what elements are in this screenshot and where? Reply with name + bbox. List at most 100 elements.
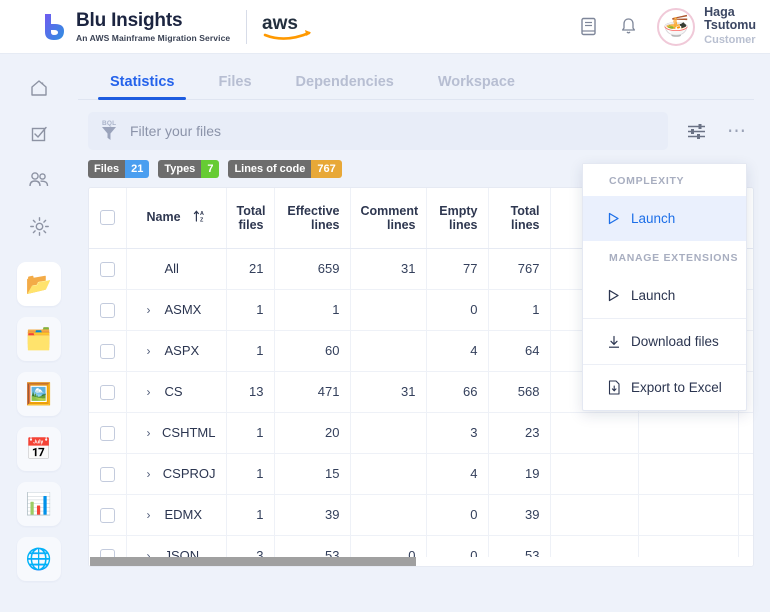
users-icon[interactable] [17, 158, 61, 202]
badge-files-label: Files [88, 160, 126, 178]
row-checkbox-cell[interactable] [89, 412, 127, 454]
cell-extra-1 [638, 494, 739, 536]
rail-tile-calendar[interactable]: 📅 [17, 427, 61, 471]
checkbox-icon[interactable] [17, 112, 61, 156]
gear-icon[interactable] [17, 204, 61, 248]
row-checkbox[interactable] [99, 425, 115, 441]
rail-tile-images[interactable]: 🖼️ [17, 372, 61, 416]
cell-total-lines: 1 [488, 289, 551, 331]
tab-dependencies[interactable]: Dependencies [274, 74, 416, 99]
user-menu[interactable]: 🍜 Haga Tsutomu Customer [657, 6, 756, 47]
cell-comment-lines [350, 289, 427, 331]
row-checkbox-cell[interactable] [89, 453, 127, 495]
menu-item-export-excel[interactable]: Export to Excel [583, 365, 746, 410]
cell-statements [550, 412, 639, 454]
header-total-lines[interactable]: Total lines [488, 188, 551, 249]
cell-empty-lines: 77 [426, 248, 489, 290]
row-checkbox-cell[interactable] [89, 289, 127, 331]
cell-comment-lines [350, 330, 427, 372]
badge-types-value: 7 [201, 160, 220, 178]
header-actions: 🍜 Haga Tsutomu Customer [577, 6, 756, 47]
header-empty-lines[interactable]: Empty lines [426, 188, 489, 249]
row-checkbox[interactable] [99, 507, 115, 523]
badge-loc: Lines of code 767 [228, 160, 342, 178]
cell-extra-1 [638, 453, 739, 495]
row-checkbox-cell[interactable] [89, 494, 127, 536]
horizontal-scrollbar[interactable] [89, 557, 753, 566]
badge-types: Types 7 [158, 160, 220, 178]
cell-comment-lines [350, 453, 427, 495]
search-input[interactable]: BQL Filter your files [88, 112, 668, 150]
row-name-label: CS [164, 384, 183, 399]
brand-logo[interactable]: Blu Insights An AWS Mainframe Migration … [42, 9, 315, 44]
cell-extra-1 [638, 412, 739, 454]
rail-tile-reports[interactable]: 📊 [17, 482, 61, 526]
tab-files[interactable]: Files [196, 74, 273, 99]
tab-workspace[interactable]: Workspace [416, 74, 537, 99]
cell-statements [550, 453, 639, 495]
sliders-icon[interactable] [678, 113, 714, 149]
user-role: Customer [704, 34, 756, 46]
row-name-cell[interactable]: › ASPX [126, 330, 227, 372]
header-total-files[interactable]: Total files [226, 188, 275, 249]
expand-chevron-icon[interactable]: › [147, 385, 154, 399]
tab-bar: Statistics Files Dependencies Workspace [78, 54, 754, 100]
scrollbar-thumb[interactable] [90, 557, 416, 566]
row-checkbox[interactable] [99, 343, 115, 359]
menu-item-complexity-launch-label: Launch [631, 211, 676, 226]
header-name-label: Name [146, 210, 181, 225]
menu-item-download-files[interactable]: Download files [583, 319, 746, 364]
menu-item-extensions-launch[interactable]: Launch [583, 273, 746, 318]
select-all-checkbox[interactable] [99, 210, 115, 226]
row-name-label: ASPX [164, 343, 200, 358]
expand-chevron-icon[interactable]: › [147, 426, 152, 440]
cell-effective-lines: 60 [274, 330, 351, 372]
row-checkbox[interactable] [99, 384, 115, 400]
globe-icon: 🌐 [25, 547, 53, 571]
cell-comment-lines: 31 [350, 248, 427, 290]
app-root: Blu Insights An AWS Mainframe Migration … [0, 0, 770, 612]
home-icon[interactable] [17, 66, 61, 110]
rail-tile-projects[interactable]: 📂 [17, 262, 61, 306]
header-effective-lines[interactable]: Effective lines [274, 188, 351, 249]
row-name-cell[interactable]: › CSPROJ [126, 453, 227, 495]
menu-item-export-excel-label: Export to Excel [631, 380, 722, 395]
cell-effective-lines: 20 [274, 412, 351, 454]
bell-icon[interactable] [617, 16, 639, 38]
row-checkbox[interactable] [99, 302, 115, 318]
row-name-cell[interactable]: ›All [126, 248, 227, 290]
table-row[interactable]: › CSPROJ 1 15 4 19 [89, 453, 753, 495]
tab-statistics[interactable]: Statistics [88, 74, 196, 100]
row-name-cell[interactable]: › CS [126, 371, 227, 413]
row-checkbox-cell[interactable] [89, 330, 127, 372]
expand-chevron-icon[interactable]: › [147, 344, 154, 358]
row-checkbox[interactable] [99, 261, 115, 277]
expand-chevron-icon[interactable]: › [147, 303, 154, 317]
table-row[interactable]: › CSHTML 1 20 3 23 [89, 412, 753, 454]
header-comment-lines[interactable]: Comment lines [350, 188, 427, 249]
rail-tile-notes[interactable]: 🗂️ [17, 317, 61, 361]
cell-total-files: 1 [226, 494, 275, 536]
table-row[interactable]: › EDMX 1 39 0 39 [89, 494, 753, 536]
cell-total-lines: 767 [488, 248, 551, 290]
avatar[interactable]: 🍜 [657, 7, 696, 46]
row-name-cell[interactable]: › CSHTML [126, 412, 227, 454]
sort-asc-icon[interactable]: A Z [193, 209, 207, 226]
book-icon[interactable] [577, 16, 599, 38]
cell-effective-lines: 1 [274, 289, 351, 331]
cell-total-files: 1 [226, 330, 275, 372]
rail-tile-web[interactable]: 🌐 [17, 537, 61, 581]
row-checkbox[interactable] [99, 466, 115, 482]
row-checkbox-cell[interactable] [89, 371, 127, 413]
cell-total-lines: 568 [488, 371, 551, 413]
menu-item-complexity-launch[interactable]: Launch [583, 196, 746, 241]
more-options-icon[interactable]: ⋯ [720, 113, 754, 149]
expand-chevron-icon[interactable]: › [147, 467, 152, 481]
left-sidebar: 📂 🗂️ 🖼️ 📅 📊 🌐 [0, 54, 78, 612]
row-checkbox-cell[interactable] [89, 248, 127, 290]
header-name[interactable]: Name A Z [126, 188, 227, 249]
expand-chevron-icon[interactable]: › [147, 508, 154, 522]
row-name-cell[interactable]: › ASMX [126, 289, 227, 331]
header-select-all[interactable] [89, 188, 127, 249]
row-name-cell[interactable]: › EDMX [126, 494, 227, 536]
